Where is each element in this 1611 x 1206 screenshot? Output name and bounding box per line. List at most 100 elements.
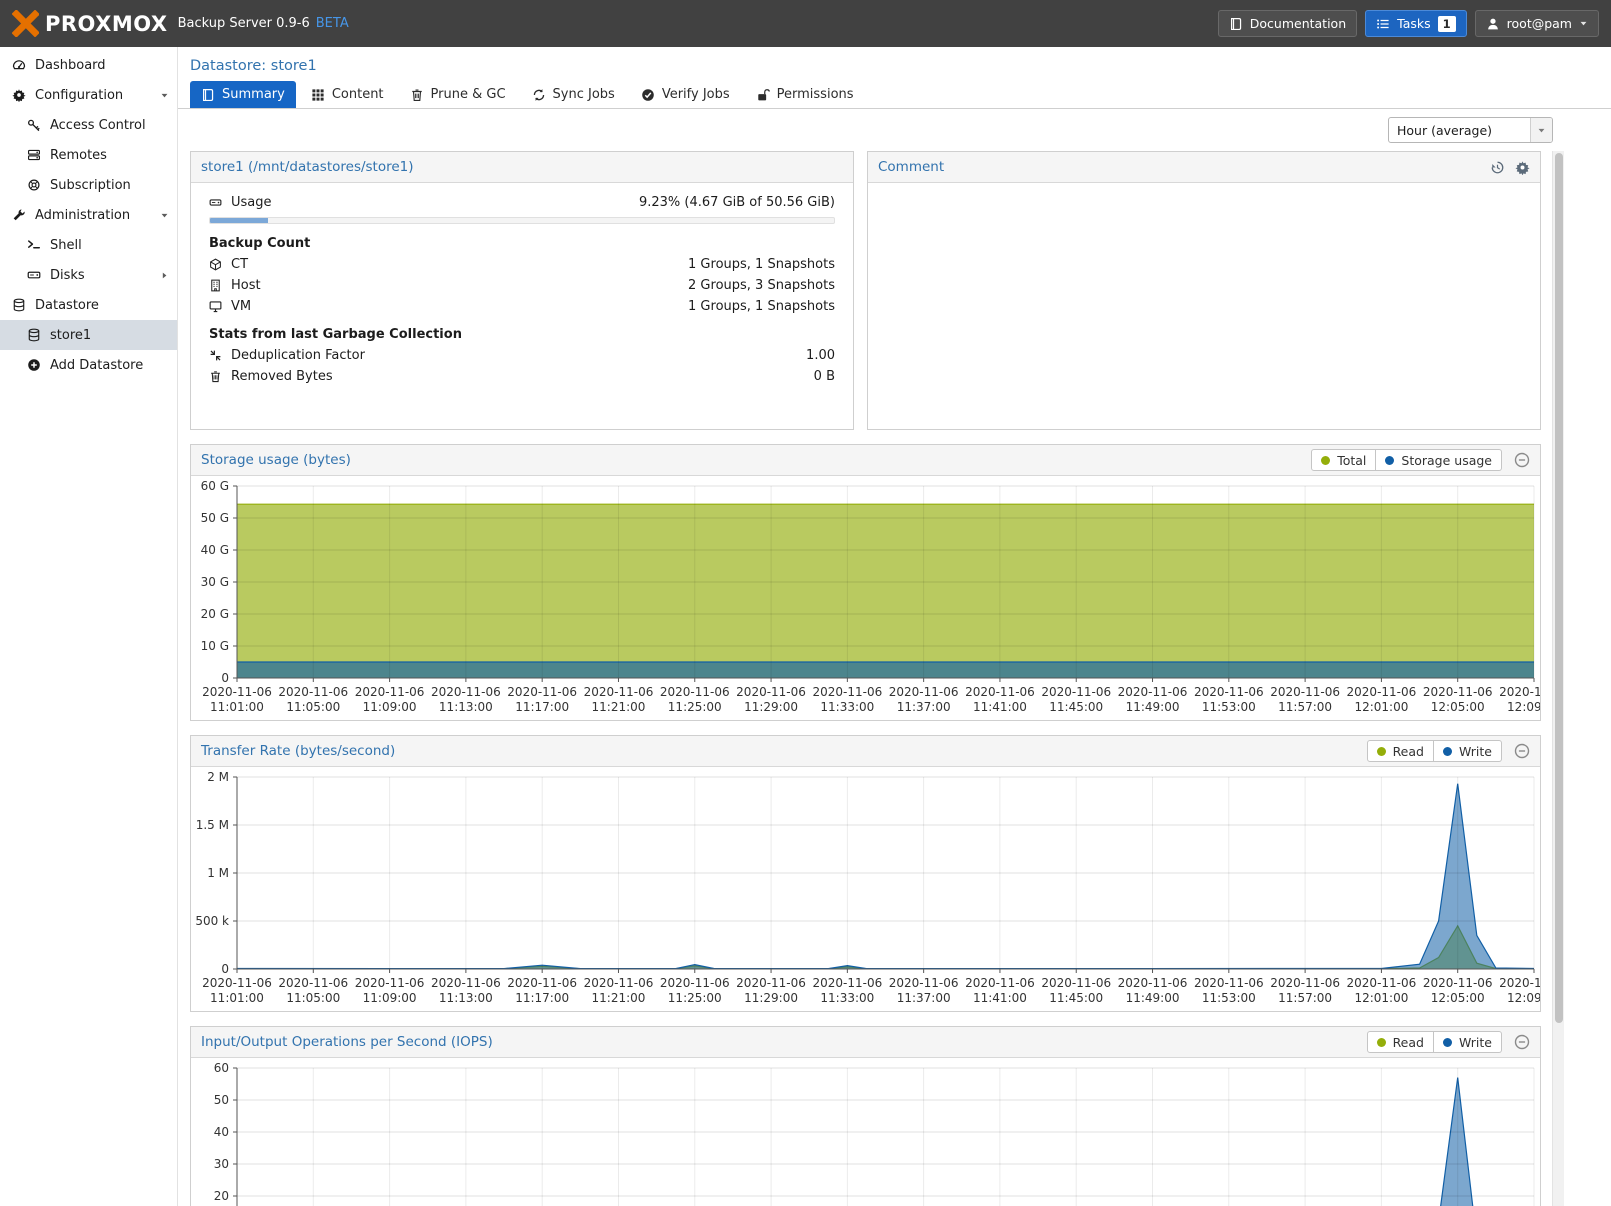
svg-text:60 G: 60 G [201,479,229,493]
sidebar-item-remotes[interactable]: Remotes [0,140,177,170]
hdd-icon [209,196,222,209]
sidebar-item-subscription[interactable]: Subscription [0,170,177,200]
svg-text:2020-11-06: 2020-11-06 [736,976,806,990]
legend-label: Storage usage [1401,453,1492,468]
beta-link[interactable]: BETA [316,16,349,31]
svg-text:2020-11-06: 2020-11-06 [1423,685,1493,699]
tab-label: Content [332,87,384,102]
svg-text:12:01:00: 12:01:00 [1354,700,1408,714]
svg-text:11:13:00: 11:13:00 [439,700,493,714]
unlock-icon [756,88,770,102]
svg-text:12:05:00: 12:05:00 [1431,700,1485,714]
svg-text:2020-11-06: 2020-11-06 [355,685,425,699]
legend-item-read[interactable]: Read [1367,1031,1434,1053]
svg-text:2020-11-06: 2020-11-06 [507,685,577,699]
svg-text:11:49:00: 11:49:00 [1126,991,1180,1005]
svg-text:30: 30 [214,1157,229,1171]
combo-trigger[interactable] [1530,118,1552,142]
sidebar-item-datastore[interactable]: Datastore [0,290,177,320]
svg-text:2020-11-06: 2020-11-06 [1118,976,1188,990]
row-value: 1.00 [806,348,835,363]
chart-legend: Read Write [1367,740,1530,762]
chevron-down-icon[interactable] [160,211,169,220]
sidebar-item-add-datastore[interactable]: Add Datastore [0,350,177,380]
tab-summary[interactable]: Summary [190,81,296,108]
legend-label: Read [1393,744,1424,759]
legend-item-write[interactable]: Write [1434,1031,1502,1053]
row-value: 1 Groups, 1 Snapshots [688,257,835,272]
panels-region: store1 (/mnt/datastores/store1) Usage 9.… [178,151,1541,1206]
list-icon [1376,17,1390,31]
timeframe-select[interactable]: Hour (average) [1388,117,1553,143]
sidebar-item-label: Dashboard [35,58,169,73]
svg-text:11:17:00: 11:17:00 [515,700,569,714]
svg-text:2020-11-06: 2020-11-06 [660,685,730,699]
documentation-button[interactable]: Documentation [1218,10,1357,37]
row-value: 2 Groups, 3 Snapshots [688,278,835,293]
sidebar-item-administration[interactable]: Administration [0,200,177,230]
chevron-down-icon[interactable] [160,91,169,100]
gear-icon[interactable] [1515,160,1530,175]
row-label: Removed Bytes [231,369,333,384]
transfer-rate-chart: 0500 k1 M1.5 M2 M2020-11-0611:01:002020-… [191,767,1540,1011]
datastore-summary-panel: store1 (/mnt/datastores/store1) Usage 9.… [190,151,854,430]
sidebar-item-label: Datastore [35,298,169,313]
legend-item-total[interactable]: Total [1311,449,1376,471]
legend-item-write[interactable]: Write [1434,740,1502,762]
user-menu-button[interactable]: root@pam [1475,10,1599,37]
sidebar-item-configuration[interactable]: Configuration [0,80,177,110]
hdd-icon [27,268,41,282]
svg-text:11:57:00: 11:57:00 [1278,991,1332,1005]
tab-content[interactable]: Content [300,81,395,108]
comment-body[interactable] [868,183,1540,201]
tab-prune-gc[interactable]: Prune & GC [399,81,517,108]
scrollbar-thumb[interactable] [1555,153,1563,1023]
comment-panel: Comment [867,151,1541,430]
legend-item-storage-usage[interactable]: Storage usage [1376,449,1502,471]
collapse-chart-icon[interactable] [1514,452,1530,468]
chevron-right-icon[interactable] [160,271,169,280]
sidebar-item-label: Access Control [50,118,169,133]
svg-text:20: 20 [214,1189,229,1203]
collapse-chart-icon[interactable] [1514,1034,1530,1050]
svg-text:12:05:00: 12:05:00 [1431,991,1485,1005]
main-content: Datastore: store1 Summary Content Prune … [178,47,1611,1206]
tab-label: Prune & GC [431,87,506,102]
gear-icon [12,88,26,102]
svg-text:11:09:00: 11:09:00 [363,700,417,714]
vertical-scrollbar[interactable] [1552,151,1564,1206]
tab-verify-jobs[interactable]: Verify Jobs [630,81,741,108]
svg-text:11:45:00: 11:45:00 [1049,991,1103,1005]
storage-usage-panel: Storage usage (bytes) Total Storage usag… [190,444,1541,721]
history-icon[interactable] [1490,160,1505,175]
tasks-button[interactable]: Tasks 1 [1365,10,1467,37]
svg-text:11:01:00: 11:01:00 [210,700,264,714]
svg-text:1.5 M: 1.5 M [196,818,229,832]
row-label: Host [231,278,261,293]
tab-permissions[interactable]: Permissions [745,81,865,108]
sidebar-item-store1[interactable]: store1 [0,320,177,350]
svg-text:0: 0 [221,671,229,685]
tasks-label: Tasks [1397,16,1431,31]
svg-text:2020-11-06: 2020-11-06 [889,976,959,990]
svg-text:60: 60 [214,1061,229,1075]
svg-text:12:01:00: 12:01:00 [1354,991,1408,1005]
usage-label: Usage [231,195,272,210]
brand-name: PROXMOX [45,12,168,36]
tab-sync-jobs[interactable]: Sync Jobs [521,81,626,108]
row-value: 1 Groups, 1 Snapshots [688,299,835,314]
sidebar-item-dashboard[interactable]: Dashboard [0,50,177,80]
svg-text:11:29:00: 11:29:00 [744,700,798,714]
sidebar-item-disks[interactable]: Disks [0,260,177,290]
usage-bar-fill [210,218,268,223]
svg-text:11:29:00: 11:29:00 [744,991,798,1005]
svg-text:2020-11-06: 2020-11-06 [1041,685,1111,699]
sidebar-item-shell[interactable]: Shell [0,230,177,260]
sidebar-item-access-control[interactable]: Access Control [0,110,177,140]
collapse-chart-icon[interactable] [1514,743,1530,759]
book-icon [201,88,215,102]
cube-icon [209,258,222,271]
usage-bar [209,217,835,224]
svg-text:40: 40 [214,1125,229,1139]
legend-item-read[interactable]: Read [1367,740,1434,762]
